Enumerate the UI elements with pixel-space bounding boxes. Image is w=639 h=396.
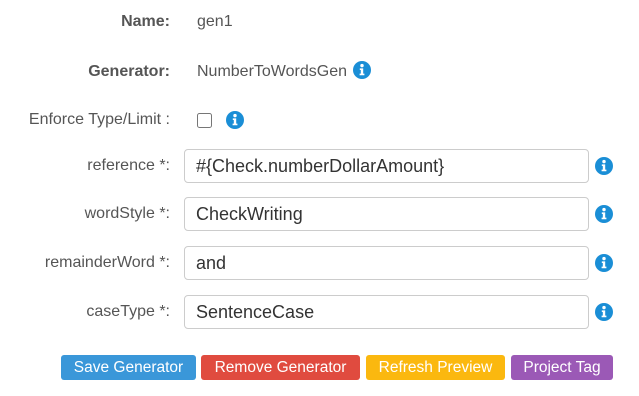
- reference-input[interactable]: [184, 149, 589, 183]
- generator-label: Generator:: [88, 63, 170, 80]
- enforce-row: Enforce Type/Limit :: [0, 103, 639, 137]
- info-icon[interactable]: [226, 111, 244, 129]
- info-icon[interactable]: [595, 205, 613, 223]
- remainderword-label: remainderWord *:: [44, 254, 170, 271]
- casetype-input[interactable]: [184, 295, 589, 329]
- project-tag-button[interactable]: Project Tag: [511, 355, 613, 380]
- name-row: Name: gen1: [0, 5, 639, 39]
- wordstyle-row: wordStyle *:: [0, 197, 639, 231]
- info-icon[interactable]: [595, 254, 613, 272]
- info-icon[interactable]: [353, 61, 372, 80]
- generator-row: Generator: NumberToWordsGen: [0, 55, 639, 89]
- wordstyle-input[interactable]: [184, 197, 589, 231]
- refresh-preview-button[interactable]: Refresh Preview: [366, 355, 505, 380]
- remove-generator-button[interactable]: Remove Generator: [201, 355, 360, 380]
- reference-row: reference *:: [0, 149, 639, 183]
- generator-value-wrap: NumberToWordsGen: [197, 55, 372, 89]
- enforce-label: Enforce Type/Limit :: [28, 111, 170, 128]
- remainderword-input[interactable]: [184, 246, 589, 280]
- name-value: gen1: [197, 13, 233, 30]
- casetype-row: caseType *:: [0, 295, 639, 329]
- reference-label: reference *:: [87, 157, 170, 174]
- casetype-label: caseType *:: [86, 303, 170, 320]
- remainderword-row: remainderWord *:: [0, 246, 639, 280]
- info-icon[interactable]: [595, 303, 613, 321]
- wordstyle-label: wordStyle *:: [84, 205, 170, 222]
- name-label: Name:: [121, 13, 170, 30]
- generator-value: NumberToWordsGen: [197, 63, 347, 80]
- enforce-checkbox[interactable]: [197, 113, 212, 128]
- save-generator-button[interactable]: Save Generator: [61, 355, 196, 380]
- info-icon[interactable]: [595, 157, 613, 175]
